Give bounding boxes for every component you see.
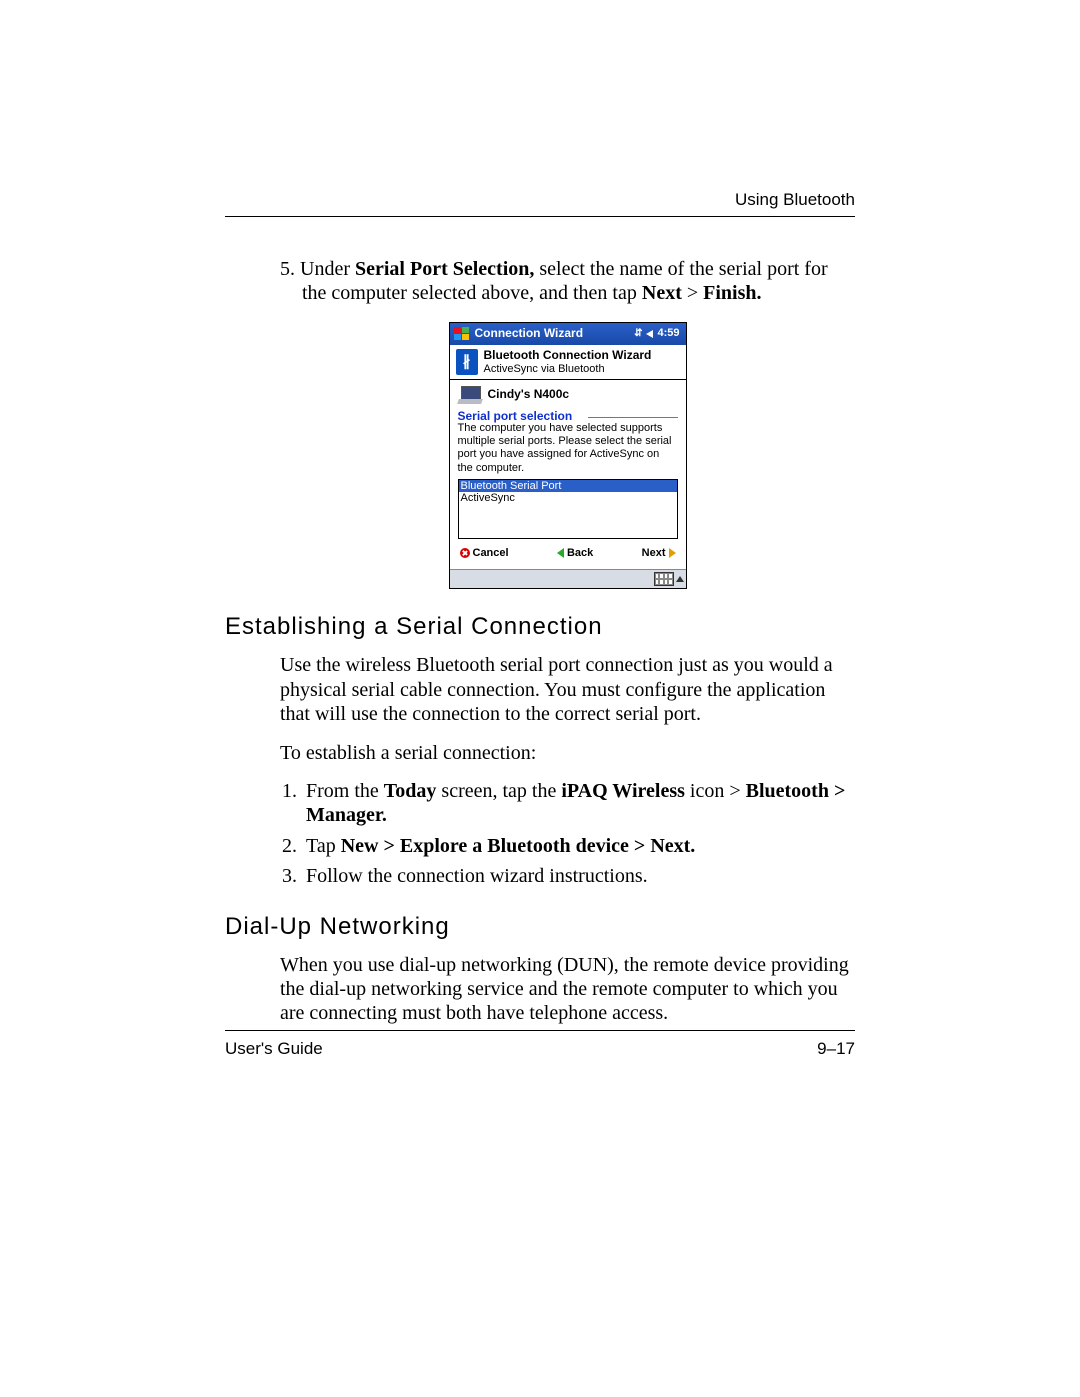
footer-right: 9–17 [817, 1039, 855, 1059]
keyboard-icon[interactable] [654, 572, 674, 586]
header-rule [225, 216, 855, 217]
ordered-list: From the Today screen, tap the iPAQ Wire… [280, 779, 855, 889]
section-header: Using Bluetooth [225, 190, 855, 210]
fieldset-description: The computer you have selected supports … [458, 422, 678, 475]
footer: User's Guide 9–17 [225, 1030, 855, 1059]
text: Under [300, 258, 355, 280]
list-item[interactable]: Bluetooth Serial Port [459, 480, 677, 493]
cancel-button[interactable]: Cancel [460, 547, 509, 560]
bold: Next [642, 282, 682, 304]
bold: Finish. [703, 282, 761, 304]
next-icon [669, 548, 676, 558]
device-screenshot: Connection Wizard ⇵ 4:59 ∦ Bluetooth Con… [449, 322, 687, 590]
device-screenshot-wrap: Connection Wizard ⇵ 4:59 ∦ Bluetooth Con… [280, 322, 855, 590]
footer-rule [225, 1030, 855, 1031]
cancel-icon [460, 548, 470, 558]
step-5: 5. Under Serial Port Selection, select t… [280, 257, 855, 306]
wizard-buttons: Cancel Back Next [458, 539, 678, 566]
list-item: Tap New > Explore a Bluetooth device > N… [302, 834, 855, 858]
speaker-icon [646, 330, 653, 338]
wizard-body: Cindy's N400c Serial port selection The … [450, 380, 686, 569]
paragraph: When you use dial-up networking (DUN), t… [280, 953, 855, 1026]
text: > [682, 282, 703, 304]
titlebar-text: Connection Wizard [475, 327, 584, 341]
body-block: When you use dial-up networking (DUN), t… [280, 953, 855, 1026]
bluetooth-icon: ∦ [456, 349, 478, 375]
heading-establishing: Establishing a Serial Connection [225, 613, 855, 641]
page: Using Bluetooth 5. Under Serial Port Sel… [0, 0, 1080, 1397]
list-item[interactable]: ActiveSync [459, 492, 677, 505]
body-block: Use the wireless Bluetooth serial port c… [280, 653, 855, 888]
sip-bar [450, 569, 686, 588]
windows-flag-icon [453, 325, 471, 343]
back-button[interactable]: Back [557, 547, 593, 560]
device-titlebar: Connection Wizard ⇵ 4:59 [450, 323, 686, 345]
wizard-subtitle: ActiveSync via Bluetooth [484, 363, 652, 376]
step-num: 5. [280, 258, 295, 280]
laptop-icon [458, 386, 482, 404]
content-area: Using Bluetooth 5. Under Serial Port Sel… [225, 190, 855, 1040]
list-item: From the Today screen, tap the iPAQ Wire… [302, 779, 855, 828]
wizard-title: Bluetooth Connection Wizard [484, 349, 652, 363]
arrow-up-icon[interactable] [676, 576, 684, 582]
list-item: Follow the connection wizard instruction… [302, 864, 855, 888]
fieldset-label: Serial port selection [458, 410, 678, 424]
clock: 4:59 [657, 327, 679, 340]
body-block: 5. Under Serial Port Selection, select t… [280, 257, 855, 589]
wizard-header: ∦ Bluetooth Connection Wizard ActiveSync… [450, 345, 686, 380]
footer-left: User's Guide [225, 1039, 323, 1059]
back-icon [557, 548, 564, 558]
selected-computer: Cindy's N400c [458, 386, 678, 404]
heading-dialup: Dial-Up Networking [225, 913, 855, 941]
paragraph: To establish a serial connection: [280, 741, 855, 765]
bold: Serial Port Selection, [355, 258, 534, 280]
connectivity-icon: ⇵ [634, 328, 642, 340]
paragraph: Use the wireless Bluetooth serial port c… [280, 653, 855, 726]
next-button[interactable]: Next [642, 547, 676, 560]
computer-name: Cindy's N400c [488, 388, 570, 402]
serial-port-listbox[interactable]: Bluetooth Serial Port ActiveSync [458, 479, 678, 539]
titlebar-tray: ⇵ 4:59 [634, 327, 685, 340]
